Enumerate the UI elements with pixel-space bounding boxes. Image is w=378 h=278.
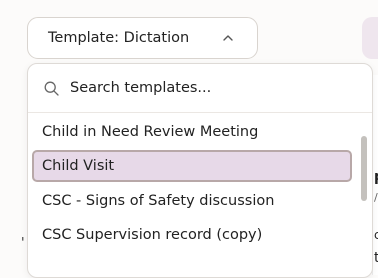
list-item-label: Child Visit	[42, 158, 115, 174]
search-row	[28, 64, 372, 113]
scrollbar-thumb[interactable]	[361, 136, 367, 201]
template-dropdown: Child in Need Review Meeting Child Visit…	[27, 63, 373, 278]
list-item-label: Child in Need Review Meeting	[42, 124, 259, 140]
background-text: /	[374, 191, 378, 204]
chevron-up-icon	[223, 35, 233, 41]
list-item[interactable]: CSC Supervision record (copy)	[32, 219, 352, 251]
list-item-label: CSC Supervision record (copy)	[42, 227, 263, 243]
search-input[interactable]	[70, 76, 340, 100]
background-text: p	[374, 169, 378, 185]
search-icon	[44, 81, 59, 96]
background-text: t	[374, 250, 378, 266]
secondary-pill-button[interactable]	[362, 17, 378, 59]
list-item[interactable]: Child in Need Review Meeting	[32, 116, 352, 148]
list-item[interactable]: CSC - Signs of Safety discussion	[32, 185, 352, 217]
template-list: Child in Need Review Meeting Child Visit…	[28, 112, 372, 277]
scrollbar[interactable]	[359, 112, 369, 277]
list-item-label: CSC - Signs of Safety discussion	[42, 193, 275, 209]
list-item-selected[interactable]: Child Visit	[32, 150, 352, 182]
background-text: '	[21, 236, 25, 251]
template-selector-button[interactable]: Template: Dictation	[27, 17, 258, 59]
template-selector-label: Template: Dictation	[48, 30, 190, 46]
background-text: c	[374, 228, 378, 242]
